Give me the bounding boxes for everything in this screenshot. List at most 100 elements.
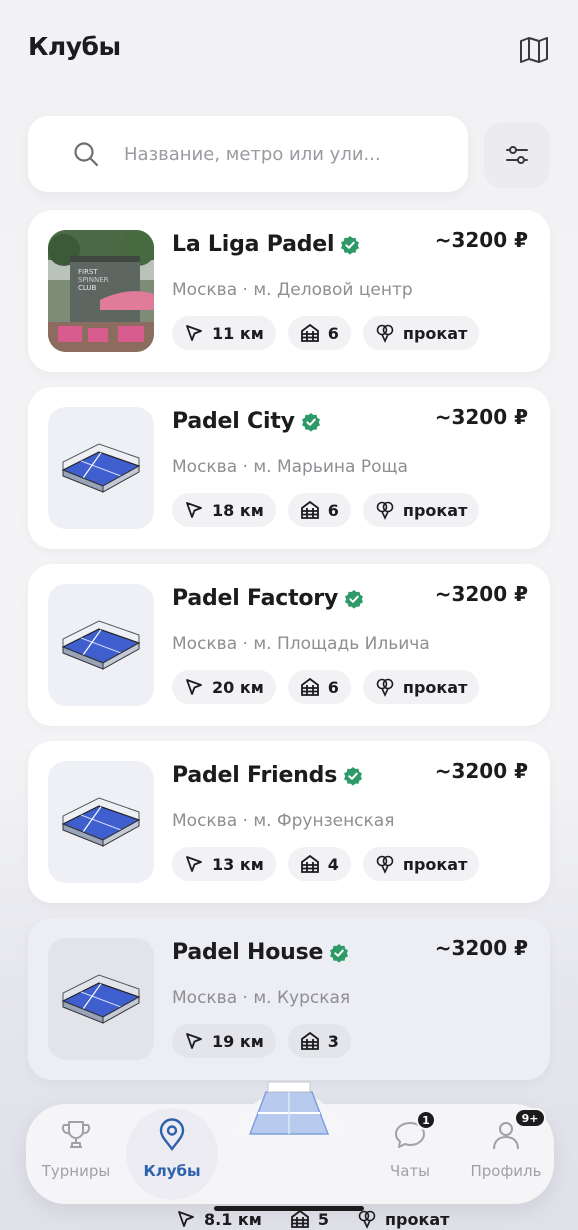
club-card[interactable]: Padel Factory ~3200 ₽ Москва · м. Площад…: [28, 564, 550, 726]
filter-button[interactable]: [484, 122, 550, 188]
club-name: Padel Factory: [172, 586, 339, 611]
courts-count: 5: [317, 1209, 329, 1229]
club-location: Москва · м. Фрунзенская: [172, 811, 395, 831]
courts-chip: 3: [287, 1024, 351, 1058]
svg-text:FIRST: FIRST: [78, 268, 98, 276]
court-icon: [290, 1209, 309, 1228]
navigation-arrow-icon: [186, 502, 202, 518]
courts-chip: 6: [287, 316, 351, 350]
search-box[interactable]: [28, 116, 468, 192]
tab-tournaments[interactable]: Турниры: [26, 1104, 126, 1204]
club-card[interactable]: Padel House ~3200 ₽ Москва · м. Курская …: [28, 918, 550, 1080]
tab-profile[interactable]: 9+ Профиль: [456, 1104, 556, 1204]
navigation-arrow-icon: [186, 1033, 202, 1049]
page-title: Клубы: [28, 32, 121, 61]
rental-chip: прокат: [362, 493, 480, 527]
rackets-icon: [376, 501, 394, 520]
club-name: Padel City: [172, 409, 295, 434]
chat-badge: 1: [416, 1110, 436, 1130]
rental-chip: прокат: [362, 316, 480, 350]
map-icon[interactable]: [518, 34, 550, 66]
club-price: ~3200 ₽: [434, 759, 528, 783]
svg-text:SPINNER: SPINNER: [78, 276, 109, 284]
svg-text:CLUB: CLUB: [78, 284, 97, 292]
courts-count: 3: [327, 1031, 339, 1051]
club-price: ~3200 ₽: [434, 582, 528, 606]
rental-label: прокат: [402, 677, 468, 697]
verified-icon: [345, 589, 364, 609]
club-price: ~3200 ₽: [434, 405, 528, 429]
search-icon: [74, 142, 99, 167]
trophy-icon: [61, 1121, 91, 1148]
distance-label: 13 км: [212, 854, 264, 874]
distance-chip: 13 км: [172, 847, 276, 881]
club-card[interactable]: Padel City ~3200 ₽ Москва · м. Марьина Р…: [28, 387, 550, 549]
club-location: Москва · м. Деловой центр: [172, 280, 413, 300]
tab-label: Чаты: [389, 1162, 431, 1180]
court-illustration: [48, 938, 154, 1060]
courts-count: 6: [327, 500, 339, 520]
club-name: Padel House: [172, 940, 324, 965]
distance-label: 11 км: [212, 323, 264, 343]
court-icon: [300, 323, 319, 342]
club-location: Москва · м. Марьина Роща: [172, 457, 408, 477]
club-name: Padel Friends: [172, 763, 338, 788]
courts-chip: 6: [287, 670, 351, 704]
courts-chip: 4: [287, 847, 351, 881]
navigation-arrow-icon: [178, 1211, 194, 1227]
rental-label: прокат: [402, 854, 468, 874]
tab-label: Профиль: [470, 1162, 542, 1180]
tab-clubs[interactable]: Клубы: [122, 1104, 222, 1204]
rental-chip: прокат: [362, 670, 480, 704]
verified-icon: [341, 235, 360, 255]
distance-chip: 20 км: [172, 670, 276, 704]
court-icon: [300, 854, 319, 873]
verified-icon: [344, 766, 363, 786]
court-illustration: [48, 407, 154, 529]
club-price: ~3200 ₽: [434, 936, 528, 960]
rental-label: прокат: [402, 323, 468, 343]
distance-chip: 18 км: [172, 493, 276, 527]
courts-count: 4: [327, 854, 339, 874]
club-location: Москва · м. Площадь Ильича: [172, 634, 430, 654]
rackets-icon: [376, 855, 394, 874]
club-location: Москва · м. Курская: [172, 988, 351, 1008]
court-illustration: [48, 584, 154, 706]
profile-badge: 9+: [514, 1108, 546, 1128]
rackets-icon: [376, 324, 394, 343]
court-icon: [300, 1031, 319, 1050]
club-photo: FIRST SPINNER CLUB: [48, 230, 154, 352]
navigation-arrow-icon: [186, 325, 202, 341]
distance-label: 18 км: [212, 500, 264, 520]
court-icon: [300, 500, 319, 519]
distance-label: 20 км: [212, 677, 264, 697]
rental-chip: прокат: [362, 847, 480, 881]
rental-label: прокат: [402, 500, 468, 520]
courts-count: 6: [327, 677, 339, 697]
court-illustration: [48, 761, 154, 883]
rackets-icon: [358, 1210, 376, 1229]
distance-label: 8.1 км: [204, 1209, 262, 1229]
court-icon: [300, 677, 319, 696]
tab-label: Клубы: [143, 1162, 201, 1180]
home-indicator: [214, 1206, 364, 1211]
tab-label: Турниры: [41, 1162, 111, 1180]
court-booking-button[interactable]: [212, 1070, 366, 1160]
verified-icon: [301, 412, 320, 432]
navigation-arrow-icon: [186, 679, 202, 695]
distance-label: 19 км: [212, 1031, 264, 1051]
club-card[interactable]: Padel Friends ~3200 ₽ Москва · м. Фрунзе…: [28, 741, 550, 903]
tab-chats[interactable]: 1 Чаты: [360, 1104, 460, 1204]
tab-bar: Турниры Клубы 1 Чаты 9+ Профиль: [0, 1070, 578, 1210]
club-card[interactable]: FIRST SPINNER CLUB La Liga Padel ~3200 ₽…: [28, 210, 550, 372]
distance-chip: 11 км: [172, 316, 276, 350]
rackets-icon: [376, 678, 394, 697]
search-input[interactable]: [124, 136, 424, 172]
filter-icon: [506, 146, 528, 164]
distance-chip: 19 км: [172, 1024, 276, 1058]
rental-label: прокат: [385, 1209, 450, 1229]
header: Клубы: [28, 30, 550, 70]
club-name: La Liga Padel: [172, 232, 335, 257]
courts-chip: 6: [287, 493, 351, 527]
location-pin-icon: [159, 1118, 185, 1151]
